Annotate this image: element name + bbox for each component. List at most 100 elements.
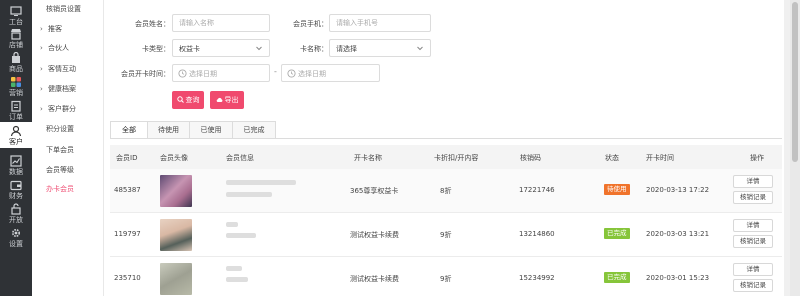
submenu-item-label: 核销员设置: [46, 5, 81, 13]
tab-pending[interactable]: 待使用: [147, 121, 190, 139]
tab-completed[interactable]: 已完成: [232, 121, 276, 139]
member-avatar: [160, 175, 192, 207]
member-name-input[interactable]: [173, 15, 269, 31]
member-phone-field[interactable]: [329, 14, 431, 32]
chevron-down-icon: [417, 46, 423, 51]
shop-icon: [11, 29, 21, 40]
submenu-item-customer-groups[interactable]: › 客户群分: [40, 104, 76, 114]
verify-record-button[interactable]: 核销记录: [733, 279, 773, 292]
export-button[interactable]: 导出: [210, 91, 244, 109]
member-info-redacted: [226, 266, 242, 271]
col-header-status: 状态: [605, 154, 619, 162]
open-time: 2020-03-01 15:23: [646, 274, 710, 282]
status-badge: 已完成: [604, 272, 630, 283]
verify-code: 17221746: [519, 186, 555, 194]
col-header-actions: 操作: [750, 154, 764, 162]
member-avatar: [160, 263, 192, 295]
card-name-value: 请选择: [336, 45, 357, 53]
search-icon: [176, 96, 184, 103]
end-date-picker[interactable]: 选择日期: [281, 64, 380, 82]
gear-icon: [11, 228, 21, 238]
verify-record-button[interactable]: 核销记录: [733, 191, 773, 204]
primary-nav-rail: 工台 店铺 商品 营销 订单 客户 数据 财务 开放 设置: [0, 0, 32, 296]
customer-submenu: 核销员设置 › 推客 › 合伙人 › 客情互动 › 健康档案 › 客户群分 积分设置 下单…: [32, 0, 104, 296]
member-info-redacted: [226, 180, 296, 185]
card-type-value: 权益卡: [179, 45, 200, 53]
rail-item-customer[interactable]: 客户: [0, 122, 32, 148]
table-header: 会员ID 会员头像 会员信息 开卡名称 卡折扣/开内容 核销码 状态 开卡时间 …: [110, 145, 782, 169]
search-button-label: 查询: [185, 96, 200, 104]
col-header-member-id: 会员ID: [116, 154, 138, 162]
col-header-open-time: 开卡时间: [646, 154, 674, 162]
card-type-select[interactable]: 权益卡: [172, 39, 270, 57]
submenu-item-ordering-members[interactable]: 下单会员: [46, 145, 74, 155]
rail-item-label: 客户: [9, 138, 23, 146]
card-discount: 9折: [440, 275, 452, 283]
open-time: 2020-03-03 13:21: [646, 230, 710, 238]
member-phone-input[interactable]: [330, 15, 430, 31]
submenu-item-label: 健康档案: [48, 85, 76, 93]
detail-button[interactable]: 详情: [733, 175, 773, 188]
submenu-item-verifier-settings[interactable]: 核销员设置: [46, 4, 81, 14]
submenu-item-promoter[interactable]: › 推客: [40, 24, 62, 34]
verify-record-button[interactable]: 核销记录: [733, 235, 773, 248]
search-button[interactable]: 查询: [172, 91, 204, 109]
status-badge: 已完成: [604, 228, 630, 239]
submenu-item-label: 合伙人: [48, 44, 69, 52]
rail-item-settings[interactable]: 设置: [0, 222, 32, 254]
col-header-avatar: 会员头像: [160, 154, 188, 162]
submenu-item-health-records[interactable]: › 健康档案: [40, 84, 76, 94]
submenu-item-label: 办卡会员: [46, 185, 74, 193]
clock-icon: [178, 69, 187, 78]
card-discount: 8折: [440, 187, 452, 195]
submenu-item-interaction[interactable]: › 客情互动: [40, 64, 76, 74]
detail-button[interactable]: 详情: [733, 263, 773, 276]
start-date-picker[interactable]: 选择日期: [172, 64, 270, 82]
tab-divider: [110, 138, 782, 139]
member-name-field[interactable]: [172, 14, 270, 32]
chart-icon: [10, 155, 22, 167]
submenu-item-partner[interactable]: › 合伙人: [40, 43, 69, 53]
card-name: 测试权益卡续费: [350, 275, 399, 283]
submenu-item-points-settings[interactable]: 积分设置: [46, 124, 74, 134]
open-time: 2020-03-13 17:22: [646, 186, 710, 194]
date-range-separator: -: [274, 67, 277, 76]
cloud-upload-icon: [216, 97, 222, 102]
vertical-scrollbar[interactable]: [790, 0, 800, 296]
table-row: 485387 365尊享权益卡 8折 17221746 待使用 2020-03-…: [110, 169, 782, 213]
member-id: 119797: [114, 230, 141, 238]
verify-code: 13214860: [519, 230, 555, 238]
chevron-down-icon: [256, 46, 262, 51]
member-info-redacted: [226, 233, 256, 238]
chevron-right-icon: ›: [40, 105, 43, 113]
chevron-right-icon: ›: [40, 85, 43, 93]
submenu-item-card-members[interactable]: 办卡会员: [46, 184, 74, 194]
member-info-redacted: [226, 192, 272, 197]
detail-button[interactable]: 详情: [733, 219, 773, 232]
col-header-discount: 卡折扣/开内容: [434, 154, 479, 162]
submenu-item-label: 客户群分: [48, 105, 76, 113]
submenu-item-member-levels[interactable]: 会员等级: [46, 165, 74, 175]
member-info-redacted: [226, 222, 238, 227]
chevron-right-icon: ›: [40, 65, 43, 73]
member-name-label: 会员姓名：: [135, 20, 170, 28]
rail-item-label: 设置: [9, 240, 23, 248]
table-row: 119797 测试权益卡续费 9折 13214860 已完成 2020-03-0…: [110, 213, 782, 257]
submenu-item-label: 推客: [48, 25, 62, 33]
chevron-right-icon: ›: [40, 44, 43, 52]
open-icon: [11, 203, 21, 215]
submenu-item-label: 会员等级: [46, 166, 74, 174]
member-id: 235710: [114, 274, 141, 282]
col-header-card-name: 开卡名称: [354, 154, 382, 162]
card-name-select[interactable]: 请选择: [329, 39, 431, 57]
tab-used[interactable]: 已使用: [189, 121, 233, 139]
member-phone-label: 会员手机：: [293, 20, 328, 28]
scrollbar-thumb[interactable]: [792, 2, 798, 162]
tab-all[interactable]: 全部: [110, 121, 148, 139]
clipboard-icon: [11, 100, 21, 112]
member-id: 485387: [114, 186, 141, 194]
monitor-icon: [10, 6, 22, 16]
app-window: 工台 店铺 商品 营销 订单 客户 数据 财务 开放 设置 核销员设置 › 推客…: [0, 0, 800, 296]
end-date-value: 选择日期: [298, 70, 326, 78]
grid-color-icon: [11, 77, 21, 87]
